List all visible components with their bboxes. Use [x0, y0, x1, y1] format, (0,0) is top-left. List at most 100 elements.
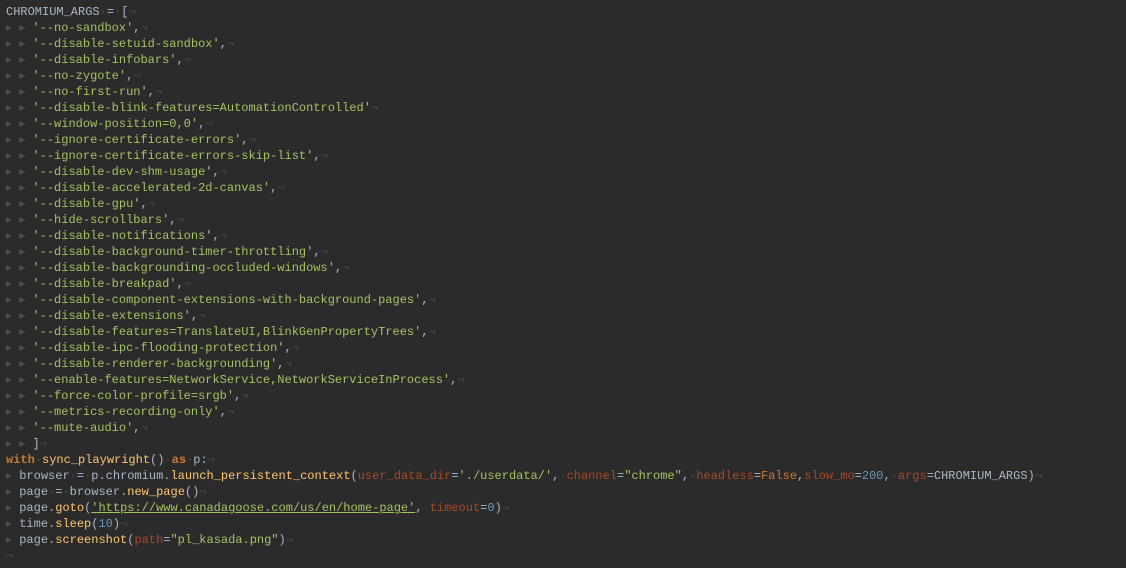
- space-marker: ·: [891, 469, 898, 483]
- code-line[interactable]: ▸ ▸ '--no-zygote',¬: [6, 68, 1120, 84]
- whitespace-marker: ▸: [6, 485, 19, 499]
- code-line[interactable]: ▸ page.goto('https://www.canadagoose.com…: [6, 500, 1120, 516]
- code-line[interactable]: ▸ ▸ '--disable-breakpad',¬: [6, 276, 1120, 292]
- fn: goto: [55, 501, 84, 515]
- code-line[interactable]: ▸ ▸ '--disable-ipc-flooding-protection',…: [6, 340, 1120, 356]
- code-line[interactable]: ▸ ▸ '--mute-audio',¬: [6, 420, 1120, 436]
- ident: chromium: [106, 469, 164, 483]
- string-literal: '--mute-audio': [32, 421, 133, 435]
- whitespace-marker: ▸ ▸: [6, 133, 32, 147]
- ident: page: [19, 501, 48, 515]
- code-line[interactable]: ▸ browser·=·p.chromium.launch_persistent…: [6, 468, 1120, 484]
- code-line[interactable]: ▸ ▸ '--metrics-recording-only',¬: [6, 404, 1120, 420]
- variable-name: CHROMIUM_ARGS: [6, 5, 100, 19]
- code-line[interactable]: ▸ ▸ '--disable-blink-features=Automation…: [6, 100, 1120, 116]
- string-literal: '--force-color-profile=srgb': [32, 389, 234, 403]
- eol-marker: ¬: [249, 133, 256, 147]
- ident: page: [19, 533, 48, 547]
- whitespace-marker: ▸: [6, 469, 19, 483]
- fn: launch_persistent_context: [170, 469, 350, 483]
- const: CHROMIUM_ARGS: [934, 469, 1028, 483]
- code-line[interactable]: ▸ ▸ '--disable-extensions',¬: [6, 308, 1120, 324]
- whitespace-marker: ▸ ▸: [6, 421, 32, 435]
- string-literal: '--ignore-certificate-errors': [32, 133, 241, 147]
- whitespace-marker: ▸ ▸: [6, 261, 32, 275]
- num: 200: [862, 469, 884, 483]
- param: user_data_dir: [358, 469, 452, 483]
- code-line[interactable]: ▸ ▸ '--window-position=0,0',¬: [6, 116, 1120, 132]
- eol-marker: ¬: [198, 309, 205, 323]
- string-literal: '--metrics-recording-only': [32, 405, 219, 419]
- eol-marker: ¬: [140, 421, 147, 435]
- paren: ): [113, 517, 120, 531]
- string: "pl_kasada.png": [170, 533, 278, 547]
- code-line[interactable]: ▸ ▸ '--ignore-certificate-errors-skip-li…: [6, 148, 1120, 164]
- whitespace-marker: ▸ ▸: [6, 85, 32, 99]
- code-line[interactable]: ▸ ▸ '--disable-features=TranslateUI,Blin…: [6, 324, 1120, 340]
- space-marker: ·: [559, 469, 566, 483]
- code-line[interactable]: ▸ page.screenshot(path="pl_kasada.png")¬: [6, 532, 1120, 548]
- code-line[interactable]: ▸ ▸ '--disable-renderer-backgrounding',¬: [6, 356, 1120, 372]
- code-editor[interactable]: CHROMIUM_ARGS·=·[¬▸ ▸ '--no-sandbox',¬▸ …: [6, 4, 1120, 564]
- code-line[interactable]: ▸ ▸ '--no-sandbox',¬: [6, 20, 1120, 36]
- whitespace-marker: ▸ ▸: [6, 117, 32, 131]
- whitespace-marker: ▸ ▸: [6, 325, 32, 339]
- eol-marker: ¬: [128, 5, 135, 19]
- string-url: 'https://www.canadagoose.com/us/en/home-…: [91, 501, 415, 515]
- paren: (: [351, 469, 358, 483]
- whitespace-marker: ▸ ▸: [6, 405, 32, 419]
- string-literal: '--disable-ipc-flooding-protection': [32, 341, 284, 355]
- code-line[interactable]: ▸ ▸ '--disable-notifications',¬: [6, 228, 1120, 244]
- paren: (): [185, 485, 199, 499]
- eol-marker: ¬: [184, 53, 191, 67]
- code-line[interactable]: ▸ ▸ '--force-color-profile=srgb',¬: [6, 388, 1120, 404]
- comma: ,: [313, 245, 320, 259]
- code-line[interactable]: ▸ ▸ '--disable-gpu',¬: [6, 196, 1120, 212]
- string-literal: '--disable-dev-shm-usage': [32, 165, 212, 179]
- code-line[interactable]: ▸ ▸ '--ignore-certificate-errors',¬: [6, 132, 1120, 148]
- whitespace-marker: ▸ ▸: [6, 101, 32, 115]
- comma: ,: [220, 405, 227, 419]
- whitespace-marker: ▸: [6, 533, 19, 547]
- string-literal: '--disable-blink-features=AutomationCont…: [32, 101, 370, 115]
- code-line[interactable]: ¬: [6, 548, 1120, 564]
- param: headless: [696, 469, 754, 483]
- param: channel: [567, 469, 617, 483]
- eol-marker: ¬: [321, 149, 328, 163]
- num: 10: [98, 517, 112, 531]
- whitespace-marker: ▸ ▸: [6, 357, 32, 371]
- eol-marker: ¬: [371, 101, 378, 115]
- op: ,: [682, 469, 689, 483]
- code-line[interactable]: ▸ ▸ '--enable-features=NetworkService,Ne…: [6, 372, 1120, 388]
- space-marker: ·: [70, 469, 77, 483]
- string-literal: '--enable-features=NetworkService,Networ…: [32, 373, 450, 387]
- ident: time: [19, 517, 48, 531]
- whitespace-marker: ▸ ▸: [6, 245, 32, 259]
- string-literal: '--disable-accelerated-2d-canvas': [32, 181, 270, 195]
- param: slow_mo: [804, 469, 854, 483]
- eol-marker: ¬: [120, 517, 127, 531]
- code-line[interactable]: ▸ ▸ '--disable-dev-shm-usage',¬: [6, 164, 1120, 180]
- code-line[interactable]: ▸ page·=·browser.new_page()¬: [6, 484, 1120, 500]
- code-line[interactable]: ▸ ▸ ]¬: [6, 436, 1120, 452]
- param: args: [898, 469, 927, 483]
- whitespace-marker: ▸ ▸: [6, 53, 32, 67]
- whitespace-marker: ▸ ▸: [6, 309, 32, 323]
- comma: ,: [421, 325, 428, 339]
- code-line[interactable]: ▸ time.sleep(10)¬: [6, 516, 1120, 532]
- eol-marker: ¬: [155, 85, 162, 99]
- code-line[interactable]: ▸ ▸ '--disable-background-timer-throttli…: [6, 244, 1120, 260]
- code-line[interactable]: CHROMIUM_ARGS·=·[¬: [6, 4, 1120, 20]
- code-line[interactable]: ▸ ▸ '--disable-backgrounding-occluded-wi…: [6, 260, 1120, 276]
- code-line[interactable]: ▸ ▸ '--disable-infobars',¬: [6, 52, 1120, 68]
- code-line[interactable]: ▸ ▸ '--hide-scrollbars',¬: [6, 212, 1120, 228]
- code-line[interactable]: ▸ ▸ '--disable-component-extensions-with…: [6, 292, 1120, 308]
- code-line[interactable]: ▸ ▸ '--disable-setuid-sandbox',¬: [6, 36, 1120, 52]
- string-literal: '--window-position=0,0': [32, 117, 198, 131]
- op: =: [855, 469, 862, 483]
- code-line[interactable]: ▸ ▸ '--disable-accelerated-2d-canvas',¬: [6, 180, 1120, 196]
- code-line[interactable]: ▸ ▸ '--no-first-run',¬: [6, 84, 1120, 100]
- code-line[interactable]: with·sync_playwright()·as·p:¬: [6, 452, 1120, 468]
- comma: ,: [176, 53, 183, 67]
- eol-marker: ¬: [176, 213, 183, 227]
